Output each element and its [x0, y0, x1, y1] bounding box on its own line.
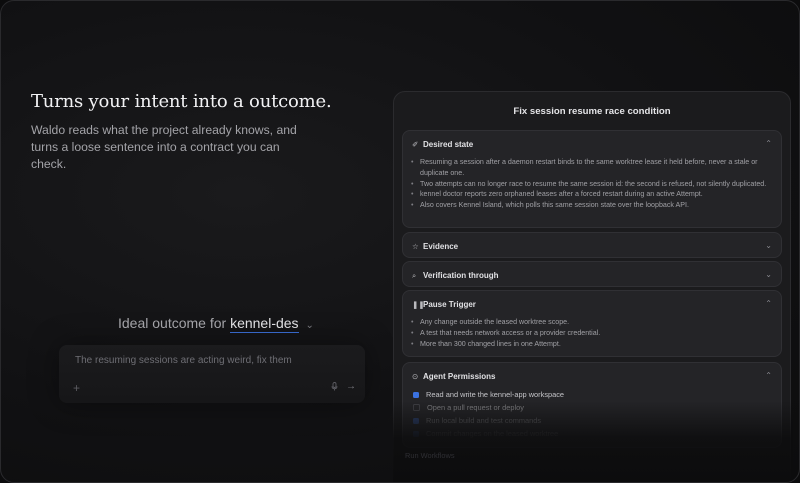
section-header[interactable]: ⌕ Verification through [412, 271, 499, 281]
permission-label: Commit changes on the leased worktree [426, 429, 559, 438]
permission-checkbox[interactable]: Run local build and test commands [413, 416, 541, 425]
permission-label: Open a pull request or deploy [427, 403, 524, 412]
mic-icon[interactable] [331, 382, 338, 393]
section-title: Evidence [423, 242, 459, 251]
list-item: Resuming a session after a daemon restar… [411, 157, 773, 179]
ideal-outcome-text: Ideal outcome for [118, 315, 227, 331]
section-header[interactable]: ❚❚Pause Trigger [412, 300, 476, 309]
list-item: Two attempts can no longer race to resum… [411, 179, 773, 190]
section-verification[interactable]: ⌕ Verification through ⌄ [402, 261, 782, 287]
section-title: Verification through [423, 271, 499, 280]
plus-icon[interactable]: + [73, 381, 80, 395]
section-header[interactable]: ⊙ Agent Permissions [412, 372, 495, 381]
app-frame: Turns your intent into a outcome. Waldo … [0, 0, 800, 483]
list-item: Any change outside the leased worktree s… [411, 317, 773, 328]
chevron-down-icon[interactable]: ⌄ [305, 320, 313, 331]
permission-checkbox[interactable]: Read and write the kennel-app workspace [413, 390, 564, 399]
list-item: Also covers Kennel Island, which polls t… [411, 200, 773, 211]
permission-label: Run local build and test commands [426, 416, 542, 425]
checkbox-unchecked[interactable] [413, 403, 420, 411]
search-icon: ⌕ [412, 271, 417, 280]
arrow-right-icon[interactable]: → [346, 381, 356, 392]
section-desired-state: ✐ Desired state ⌃ Resuming a session afte… [402, 130, 782, 228]
section-title: Agent Permissions [423, 372, 496, 381]
chevron-down-icon[interactable]: ⌄ [765, 270, 772, 279]
pause-icon: ❚❚ [412, 300, 425, 309]
panel-title: Fix session resume race condition [513, 106, 671, 117]
hero-subtext: Waldo reads what the project already kno… [31, 123, 297, 171]
section-header[interactable]: ✐ Desired state [412, 140, 473, 149]
section-title: Pause Trigger [423, 300, 476, 309]
sparkle-icon: ✐ [412, 140, 419, 149]
list-item: More than 300 changed lines in one Attem… [411, 339, 773, 350]
chevron-down-icon[interactable]: ⌄ [765, 241, 772, 250]
list-item: A test that needs network access or a pr… [411, 328, 773, 339]
chevron-up-icon[interactable]: ⌃ [765, 299, 772, 308]
section-evidence[interactable]: ☆ Evidence ⌄ [402, 232, 782, 258]
section-run-workflows: Run Workflows [405, 451, 455, 460]
permission-checkbox[interactable]: Open a pull request or deploy [413, 403, 524, 412]
section-header[interactable]: ☆ Evidence [412, 242, 458, 251]
section-agent-permissions: ⊙ Agent Permissions ⌃ Read and write the … [402, 362, 782, 448]
prompt-input-box[interactable]: The resuming sessions are acting weird, … [59, 345, 365, 403]
checkbox-checked[interactable] [413, 430, 419, 437]
hero-headline: Turns your intent into a outcome. [31, 91, 332, 112]
pause-trigger-list: Any change outside the leased worktree s… [411, 317, 773, 349]
prompt-input[interactable]: The resuming sessions are acting weird, … [75, 355, 292, 366]
desired-state-list: Resuming a session after a daemon restar… [411, 157, 773, 211]
chevron-up-icon[interactable]: ⌃ [765, 139, 772, 148]
list-item: kennel doctor reports zero orphaned leas… [411, 189, 773, 200]
section-pause-trigger: ❚❚Pause Trigger ⌃ Any change outside the… [402, 290, 782, 357]
checkbox-checked[interactable] [413, 417, 419, 424]
outcome-panel: Fix session resume race condition ✐ Desir… [393, 91, 791, 482]
checkbox-checked[interactable] [413, 391, 419, 398]
permission-checkbox[interactable]: Commit changes on the leased worktree [413, 429, 558, 438]
star-icon: ☆ [412, 242, 419, 251]
dollar-circle-icon: ⊙ [412, 372, 419, 381]
project-selector[interactable]: kennel-des [230, 315, 299, 333]
permission-label: Read and write the kennel-app workspace [426, 390, 565, 399]
section-title: Desired state [423, 140, 474, 149]
ideal-outcome-label: Ideal outcome for kennel-des ⌄ [118, 315, 314, 333]
chevron-up-icon[interactable]: ⌃ [765, 371, 772, 380]
